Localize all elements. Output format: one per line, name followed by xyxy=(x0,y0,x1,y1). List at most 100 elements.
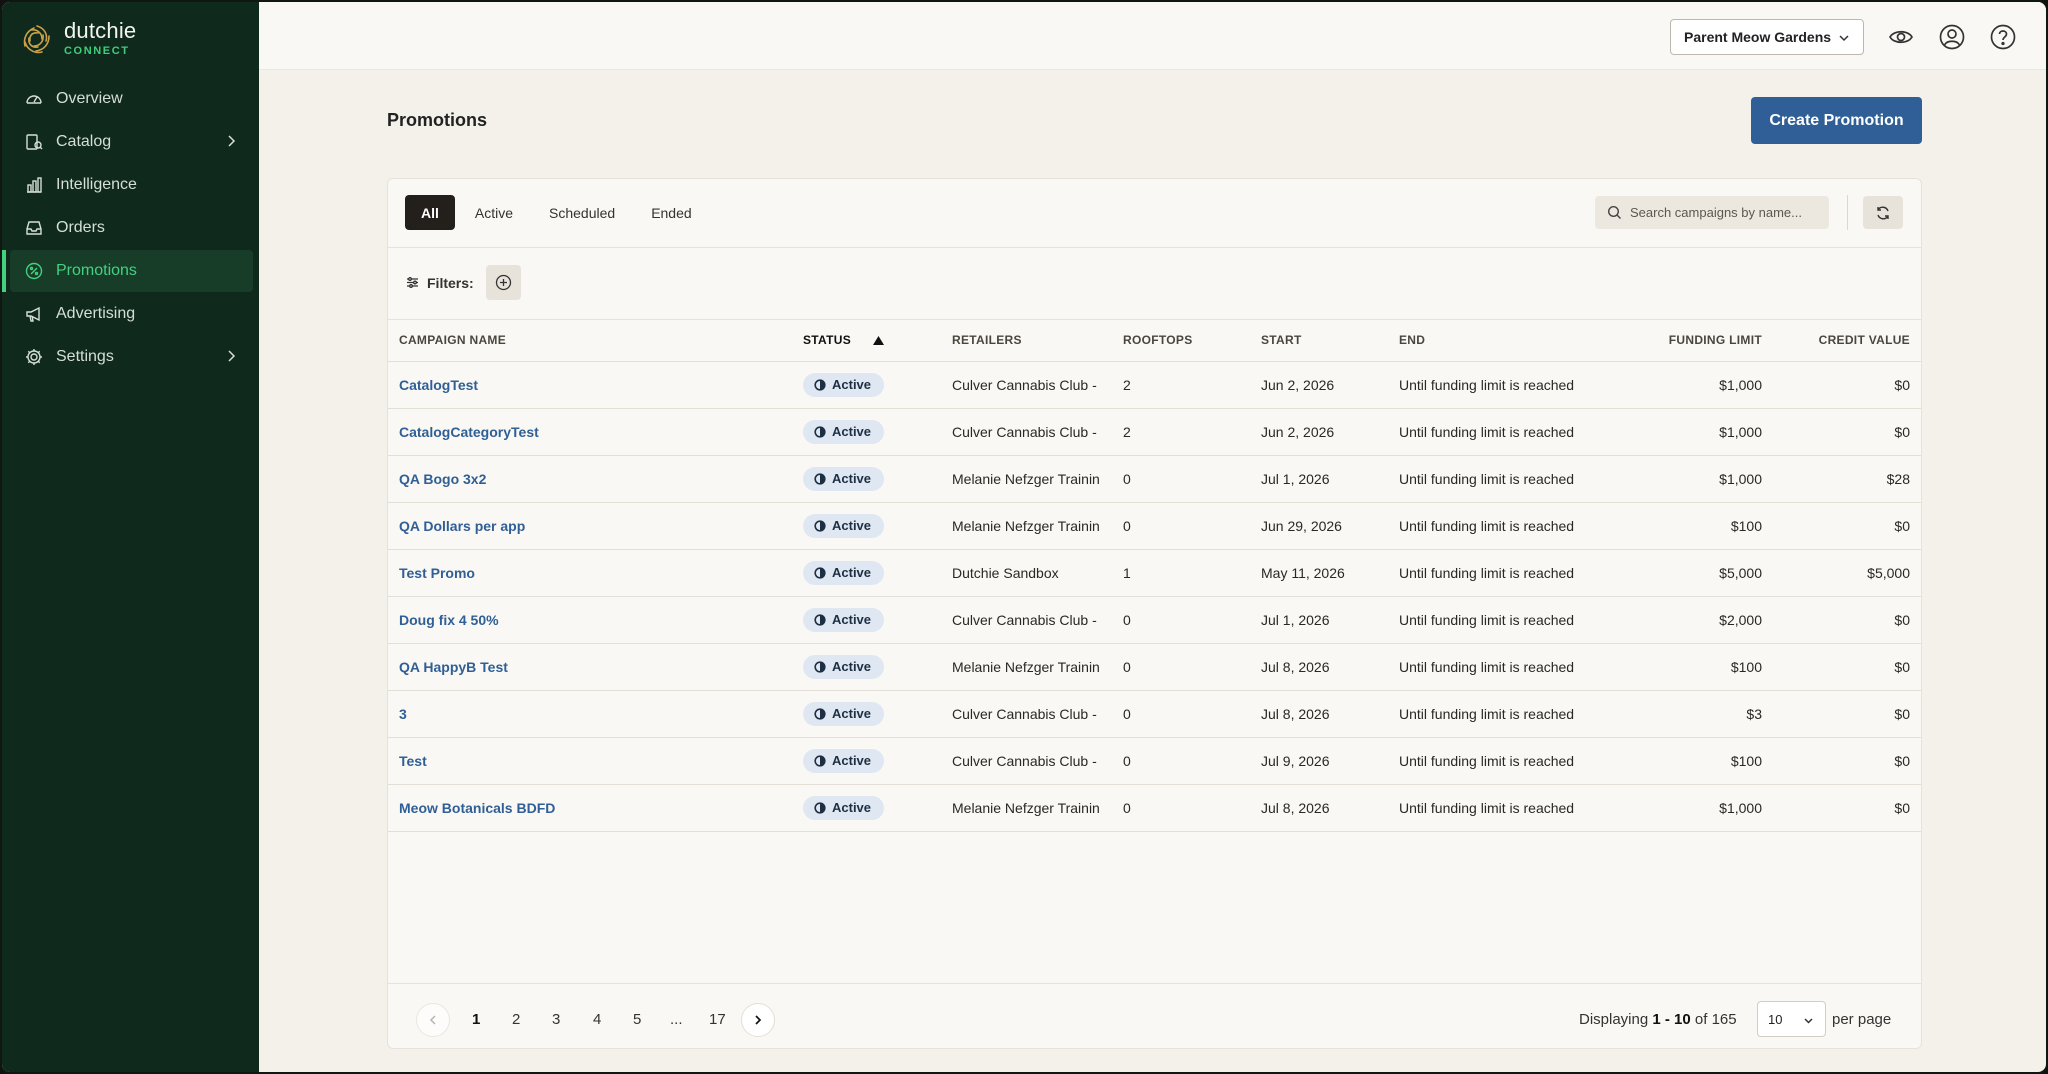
cell-status: Active xyxy=(792,455,941,503)
campaign-link[interactable]: QA Bogo 3x2 xyxy=(399,471,486,487)
campaign-link[interactable]: 3 xyxy=(399,706,407,722)
column-header-retailers[interactable]: Retailers xyxy=(941,319,1112,362)
user-icon[interactable] xyxy=(1938,23,1966,51)
status-progress-icon xyxy=(814,425,826,438)
cell-funding-limit: $1,000 xyxy=(1628,408,1773,456)
table-row[interactable]: CatalogCategoryTest Active Culver Cannabis… xyxy=(388,408,1921,456)
table-row[interactable]: Doug fix 4 50% Active Culver Cannabis Club… xyxy=(388,596,1921,644)
status-badge: Active xyxy=(803,795,885,820)
sidebar-item-advertising[interactable]: Advertising xyxy=(10,293,253,335)
cell-end: Until funding limit is reached xyxy=(1388,502,1628,550)
tab-active[interactable]: Active xyxy=(459,195,529,230)
cell-start: Jun 29, 2026 xyxy=(1250,502,1388,550)
campaign-link[interactable]: Meow Botanicals BDFD xyxy=(399,800,555,816)
table-row[interactable]: QA Bogo 3x2 Active Melanie Nefzger Trainin… xyxy=(388,455,1921,503)
tab-ended[interactable]: Ended xyxy=(635,195,707,230)
add-filter-button[interactable] xyxy=(485,265,521,300)
status-badge: Active xyxy=(803,466,885,491)
campaign-link[interactable]: Test xyxy=(399,753,427,769)
column-header-status[interactable]: Status xyxy=(792,319,941,362)
sidebar-item-label: Advertising xyxy=(56,305,136,322)
table-row[interactable]: Meow Botanicals BDFD Active Melanie Nefzge… xyxy=(388,784,1921,832)
campaign-link[interactable]: Test Promo xyxy=(399,565,475,581)
cell-campaign-name: Meow Botanicals BDFD xyxy=(388,784,792,832)
cell-credit-value: $0 xyxy=(1773,596,1921,644)
search-input[interactable] xyxy=(1630,205,1820,220)
sidebar-item-promotions[interactable]: Promotions xyxy=(2,250,253,292)
cell-credit-value: $0 xyxy=(1773,408,1921,456)
status-progress-icon xyxy=(814,378,826,391)
table-body: CatalogTest Active Culver Cannabis Club -2… xyxy=(388,361,1921,832)
status-label: Active xyxy=(832,565,872,580)
table-row[interactable]: Test Active Culver Cannabis Club -0 Jul 9, … xyxy=(388,737,1921,785)
chevron-right-icon xyxy=(228,350,236,362)
table-row[interactable]: QA Dollars per app Active Melanie Nefzger … xyxy=(388,502,1921,550)
status-progress-icon xyxy=(814,707,826,720)
page-button-17[interactable]: 17 xyxy=(709,1011,726,1028)
tab-all[interactable]: All xyxy=(405,195,455,230)
column-header-start[interactable]: Start xyxy=(1250,319,1388,362)
refresh-icon xyxy=(1877,206,1889,219)
status-badge: Active xyxy=(803,560,885,585)
status-label: Active xyxy=(832,377,872,392)
page-button-3[interactable]: 3 xyxy=(552,1011,560,1028)
cell-start: Jun 2, 2026 xyxy=(1250,408,1388,456)
table-row[interactable]: Test Promo Active Dutchie Sandbox 1 May 11, … xyxy=(388,549,1921,597)
account-selector[interactable]: Parent Meow Gardens xyxy=(1670,19,1864,55)
status-badge: Active xyxy=(803,654,885,679)
help-icon[interactable] xyxy=(1989,23,2017,51)
display-prefix: Displaying xyxy=(1579,1011,1649,1028)
create-promotion-button[interactable]: Create Promotion xyxy=(1751,97,1922,144)
page-button-2[interactable]: 2 xyxy=(512,1011,520,1028)
campaign-link[interactable]: QA HappyB Test xyxy=(399,659,508,675)
cell-rooftops: 0 xyxy=(1112,643,1250,691)
sidebar-item-settings[interactable]: Settings xyxy=(10,336,253,378)
per-page-select[interactable]: 10 xyxy=(1757,1001,1826,1037)
table-row[interactable]: QA HappyB Test Active Melanie Nefzger Trai… xyxy=(388,643,1921,691)
chevron-down-icon xyxy=(1804,1018,1813,1024)
cell-end: Until funding limit is reached xyxy=(1388,784,1628,832)
column-header-funding-limit[interactable]: Funding Limit xyxy=(1628,319,1773,362)
status-progress-icon xyxy=(814,472,826,485)
campaign-link[interactable]: CatalogCategoryTest xyxy=(399,424,539,440)
cell-end: Until funding limit is reached xyxy=(1388,361,1628,409)
cell-retailers: Dutchie Sandbox xyxy=(941,549,1112,597)
column-header-campaign-name[interactable]: Campaign Name xyxy=(388,319,792,362)
status-progress-icon xyxy=(814,519,826,532)
chevron-right-icon xyxy=(228,135,236,147)
app-window: dutchie CONNECT Overview Catalog Intelli… xyxy=(0,0,2048,1074)
brand-sub: CONNECT xyxy=(64,45,130,57)
column-header-credit-value[interactable]: Credit Value xyxy=(1773,319,1921,362)
cell-status: Active xyxy=(792,549,941,597)
display-range: 1 - 10 xyxy=(1652,1011,1691,1028)
sidebar-nav: Overview Catalog Intelligence Orders Pro… xyxy=(2,78,253,379)
sidebar-item-overview[interactable]: Overview xyxy=(10,78,253,120)
brand-logo[interactable]: dutchie CONNECT xyxy=(20,20,136,57)
per-page-label: per page xyxy=(1832,1011,1892,1028)
tab-scheduled[interactable]: Scheduled xyxy=(533,195,631,230)
next-page-button[interactable] xyxy=(741,1003,775,1037)
campaign-link[interactable]: QA Dollars per app xyxy=(399,518,525,534)
status-label: Active xyxy=(832,753,872,768)
campaign-link[interactable]: CatalogTest xyxy=(399,377,478,393)
column-header-rooftops[interactable]: Rooftops xyxy=(1112,319,1250,362)
page-button-1[interactable]: 1 xyxy=(472,1011,480,1028)
page-button-5[interactable]: 5 xyxy=(633,1011,641,1028)
page-button-4[interactable]: 4 xyxy=(593,1011,601,1028)
sidebar-item-intelligence[interactable]: Intelligence xyxy=(10,164,253,206)
cell-rooftops: 0 xyxy=(1112,690,1250,738)
status-label: Active xyxy=(832,659,872,674)
campaign-link[interactable]: Doug fix 4 50% xyxy=(399,612,499,628)
table-row[interactable]: 3 Active Culver Cannabis Club -0 Jul 8, 202… xyxy=(388,690,1921,738)
table-row[interactable]: CatalogTest Active Culver Cannabis Club -2… xyxy=(388,361,1921,409)
column-header-end[interactable]: End xyxy=(1388,319,1628,362)
chevron-down-icon xyxy=(1839,35,1849,42)
sidebar-item-catalog[interactable]: Catalog xyxy=(10,121,253,163)
previous-page-button[interactable] xyxy=(416,1003,450,1037)
refresh-button[interactable] xyxy=(1863,196,1903,229)
inbox-icon xyxy=(24,218,44,238)
cell-rooftops: 2 xyxy=(1112,408,1250,456)
status-badge: Active xyxy=(803,701,885,726)
sidebar-item-orders[interactable]: Orders xyxy=(10,207,253,249)
eye-icon[interactable] xyxy=(1887,23,1915,51)
